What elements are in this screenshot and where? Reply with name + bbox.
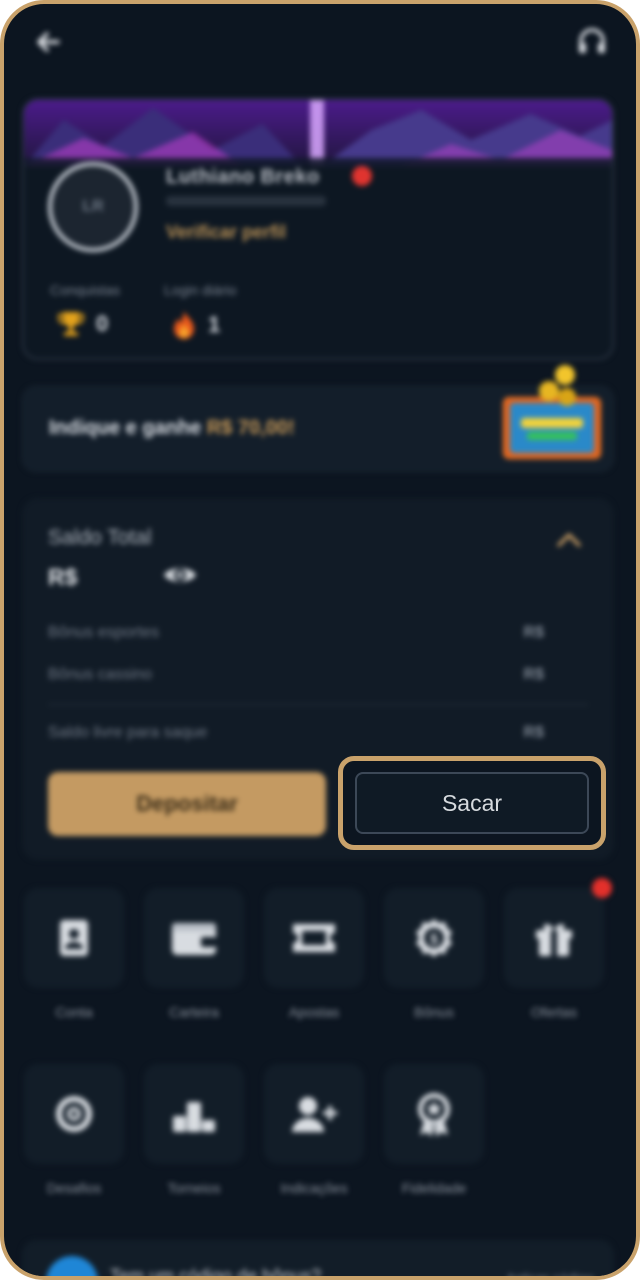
promo-graphic-icon (521, 418, 583, 440)
svg-text:$: $ (430, 931, 439, 948)
casino-bonus-label: Bônus cassino (48, 666, 153, 683)
withdrawable-balance-value: R$ (523, 724, 544, 741)
profile-card: LR Luthiano Breko Verificar perfil Conqu… (22, 98, 614, 360)
back-button[interactable] (26, 20, 70, 64)
toggle-balance-visibility[interactable] (162, 562, 198, 593)
withdrawable-balance-row: Saldo livre para saque R$ (48, 724, 544, 742)
user-id-placeholder (166, 196, 326, 206)
ticket-icon (293, 924, 335, 952)
wallet-icon (172, 923, 216, 955)
achievements-count: 0 (96, 311, 109, 336)
menu-item-tournaments[interactable]: Torneios (144, 1064, 244, 1196)
support-button[interactable] (570, 20, 614, 64)
add-user-icon (292, 1097, 337, 1132)
menu-label: Bônus (414, 1004, 454, 1020)
referral-label: Indique e ganhe (49, 417, 202, 439)
total-balance-amount: R$ (48, 564, 78, 590)
eye-icon (164, 568, 196, 582)
balance-divider (48, 704, 588, 705)
menu-tile (264, 888, 364, 988)
menu-label: Desafios (46, 1180, 102, 1196)
menu-tile: $ (384, 888, 484, 988)
menu-item-referrals[interactable]: Indicações (264, 1064, 364, 1196)
achievements-label: Conquistas (50, 282, 121, 298)
menu-item-loyalty[interactable]: Fidelidade (384, 1064, 484, 1196)
verify-profile-link[interactable]: Verificar perfil (166, 222, 286, 243)
menu-item-offers[interactable]: Ofertas (504, 888, 604, 1020)
target-icon (56, 1096, 92, 1132)
phone-frame: LR Luthiano Breko Verificar perfil Conqu… (0, 0, 640, 1280)
sports-bonus-row: Bônus esportes R$ (48, 624, 544, 642)
collapse-balance-button[interactable] (556, 532, 582, 553)
menu-item-bets[interactable]: Apostas (264, 888, 364, 1020)
withdrawable-balance-label: Saldo livre para saque (48, 724, 208, 741)
menu-tile (144, 1064, 244, 1164)
menu-item-challenges[interactable]: Desafios (24, 1064, 124, 1196)
chevron-up-icon (557, 533, 581, 547)
menu-item-bonus[interactable]: $ Bônus (384, 888, 484, 1020)
apply-code-link[interactable]: Aplicar código (506, 1270, 594, 1276)
deposit-button[interactable]: Depositar (48, 772, 326, 836)
trophy-icon (58, 312, 84, 336)
menu-tile (24, 1064, 124, 1164)
bonus-code-bar[interactable]: Tem um código de bônus? Aplicar código (22, 1240, 614, 1280)
sports-bonus-value: R$ (523, 624, 544, 641)
menu-label: Apostas (288, 1004, 340, 1020)
menu-label: Torneios (167, 1180, 221, 1196)
withdraw-highlight: Sacar (338, 756, 606, 850)
menu-label: Conta (55, 1004, 93, 1020)
sports-bonus-label: Bônus esportes (48, 624, 160, 641)
referral-banner[interactable]: Indique e ganhe R$ 70,00! (22, 365, 614, 472)
id-card-icon (60, 920, 88, 956)
daily-login-stat[interactable]: 1 (172, 310, 220, 340)
withdraw-button[interactable]: Sacar (355, 772, 589, 834)
profile-banner (24, 100, 612, 166)
casino-bonus-value: R$ (523, 666, 544, 683)
menu-tile (144, 888, 244, 988)
account-screen: LR Luthiano Breko Verificar perfil Conqu… (4, 4, 636, 1276)
menu-tile (24, 888, 124, 988)
top-bar (4, 18, 636, 68)
menu-label: Indicações (280, 1180, 348, 1196)
menu-tile (264, 1064, 364, 1164)
coins-icon (539, 365, 576, 406)
menu-tile (504, 888, 604, 988)
menu-item-account[interactable]: Conta (24, 888, 124, 1020)
user-name: Luthiano Breko (166, 166, 320, 188)
referral-text: Indique e ganhe R$ 70,00! (49, 417, 295, 440)
podium-icon (173, 1102, 215, 1132)
award-badge-icon (418, 1093, 450, 1137)
daily-login-label: Login diário (164, 282, 237, 298)
offers-notification-dot (592, 878, 612, 898)
referral-amount: R$ 70,00! (206, 417, 295, 439)
casino-bonus-row: Bônus cassino R$ (48, 666, 544, 684)
headset-icon (579, 28, 605, 53)
achievements-stat[interactable]: 0 (58, 310, 108, 338)
daily-login-count: 1 (208, 312, 221, 337)
menu-label: Fidelidade (401, 1180, 467, 1196)
menu-label: Ofertas (531, 1004, 577, 1020)
gift-icon (536, 923, 572, 956)
bonus-code-text: Tem um código de bônus? (110, 1266, 322, 1280)
menu-item-wallet[interactable]: Carteira (144, 888, 244, 1020)
avatar-initials: LR (82, 198, 104, 215)
total-balance-title: Saldo Total (48, 526, 152, 549)
notification-dot (352, 166, 372, 186)
coin-icon: $ (416, 919, 452, 957)
bonus-code-icon (46, 1256, 98, 1276)
arrow-left-icon (37, 32, 60, 52)
avatar[interactable]: LR (48, 162, 138, 252)
flame-icon (174, 311, 194, 339)
menu-label: Carteira (169, 1004, 219, 1020)
menu-tile (384, 1064, 484, 1164)
